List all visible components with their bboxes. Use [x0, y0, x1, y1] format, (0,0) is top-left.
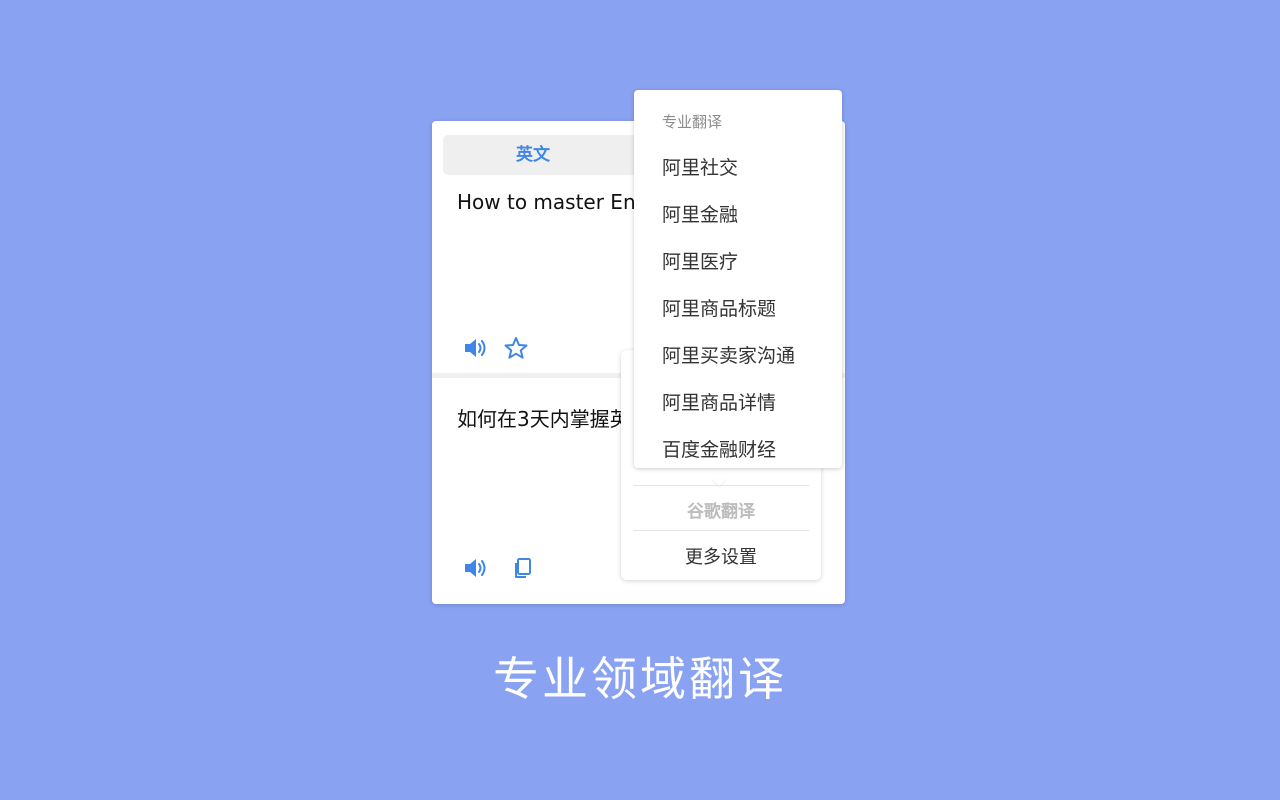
- menu-separator: [633, 530, 809, 531]
- domain-item[interactable]: 阿里医疗: [662, 247, 738, 274]
- menu-caret: [711, 471, 727, 487]
- source-language-button[interactable]: 英文: [443, 135, 623, 175]
- domain-item[interactable]: 阿里商品详情: [662, 388, 776, 415]
- domain-item[interactable]: 百度金融财经: [662, 435, 776, 462]
- domain-translation-menu: 专业翻译 阿里社交 阿里金融 阿里医疗 阿里商品标题 阿里买卖家沟通 阿里商品详…: [634, 90, 842, 468]
- domain-item[interactable]: 阿里金融: [662, 200, 738, 227]
- engine-item-google[interactable]: 谷歌翻译: [621, 497, 821, 522]
- domain-item[interactable]: 阿里社交: [662, 153, 738, 180]
- star-icon[interactable]: [503, 335, 529, 361]
- engine-item-more-settings[interactable]: 更多设置: [621, 543, 821, 569]
- domain-item[interactable]: 阿里商品标题: [662, 294, 776, 321]
- speaker-icon[interactable]: [462, 555, 488, 581]
- feature-caption: 专业领域翻译: [493, 652, 787, 706]
- domain-menu-header: 专业翻译: [662, 113, 723, 131]
- menu-separator: [633, 485, 809, 486]
- copy-icon[interactable]: [510, 555, 536, 581]
- speaker-icon[interactable]: [462, 335, 488, 361]
- domain-item[interactable]: 阿里买卖家沟通: [662, 341, 795, 368]
